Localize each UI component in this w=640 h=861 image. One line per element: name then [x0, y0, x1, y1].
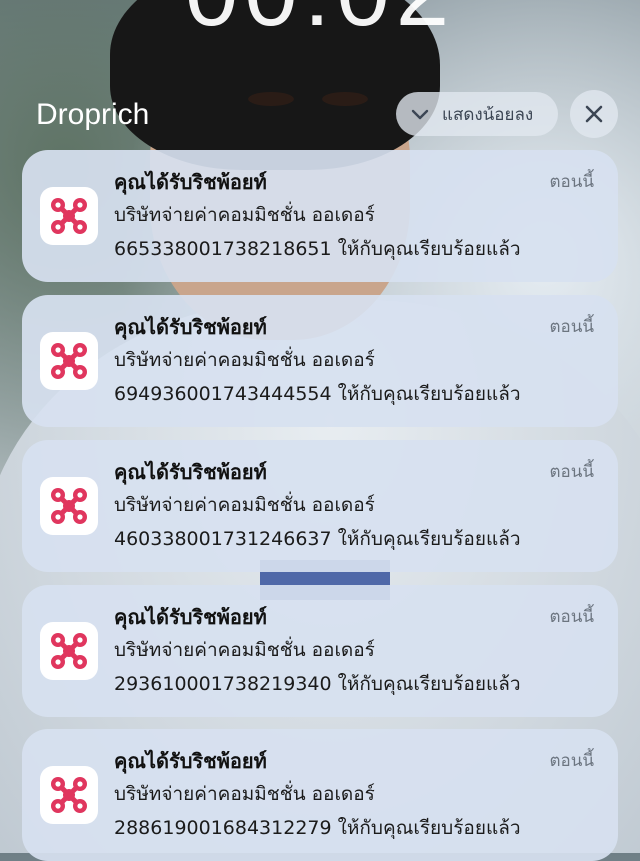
notification-title: คุณได้รับริชพ้อยท์ — [114, 460, 267, 484]
notification-body: บริษัทจ่ายค่าคอมมิชชั่น ออเดอร์ 29361000… — [114, 633, 594, 701]
notification-title: คุณได้รับริชพ้อยท์ — [114, 315, 267, 339]
drone-icon — [51, 633, 87, 669]
notification-card[interactable]: คุณได้รับริชพ้อยท์ ตอนนี้ บริษัทจ่ายค่าค… — [22, 295, 618, 427]
drone-icon — [51, 777, 87, 813]
notification-card[interactable]: คุณได้รับริชพ้อยท์ ตอนนี้ บริษัทจ่ายค่าค… — [22, 585, 618, 717]
notification-body-line: 288619001684312279 ให้กับคุณเรียบร้อยแล้… — [114, 817, 521, 839]
notification-body-line: บริษัทจ่ายค่าคอมมิชชั่น ออเดอร์ — [114, 783, 375, 805]
notification-body-line: 460338001731246637 ให้กับคุณเรียบร้อยแล้… — [114, 528, 521, 550]
notification-time: ตอนนี้ — [549, 317, 595, 337]
notification-body-line: 293610001738219340 ให้กับคุณเรียบร้อยแล้… — [114, 673, 521, 695]
droprich-app-icon — [40, 477, 98, 535]
notification-body: บริษัทจ่ายค่าคอมมิชชั่น ออเดอร์ 69493600… — [114, 343, 594, 411]
notification-body-line: บริษัทจ่ายค่าคอมมิชชั่น ออเดอร์ — [114, 349, 375, 371]
drone-icon — [51, 343, 87, 379]
chevron-down-icon — [411, 109, 429, 120]
droprich-app-icon — [40, 332, 98, 390]
notification-body-line: บริษัทจ่ายค่าคอมมิชชั่น ออเดอร์ — [114, 639, 375, 661]
notification-time: ตอนนี้ — [549, 172, 595, 192]
notification-body-line: 665338001738218651 ให้กับคุณเรียบร้อยแล้… — [114, 238, 521, 260]
notification-card[interactable]: คุณได้รับริชพ้อยท์ ตอนนี้ บริษัทจ่ายค่าค… — [22, 729, 618, 861]
notification-group-header: Droprich แสดงน้อยลง — [36, 90, 622, 142]
notification-time: ตอนนี้ — [549, 607, 595, 627]
show-less-label: แสดงน้อยลง — [442, 104, 534, 125]
notification-time: ตอนนี้ — [549, 751, 595, 771]
notification-title: คุณได้รับริชพ้อยท์ — [114, 605, 267, 629]
notification-body-line: 694936001743444554 ให้กับคุณเรียบร้อยแล้… — [114, 383, 521, 405]
notification-body-line: บริษัทจ่ายค่าคอมมิชชั่น ออเดอร์ — [114, 494, 375, 516]
droprich-app-icon — [40, 187, 98, 245]
show-less-button[interactable]: แสดงน้อยลง — [396, 92, 558, 136]
notification-title: คุณได้รับริชพ้อยท์ — [114, 749, 267, 773]
notification-card[interactable]: คุณได้รับริชพ้อยท์ ตอนนี้ บริษัทจ่ายค่าค… — [22, 440, 618, 572]
lockscreen-clock: 00:02 — [0, 0, 640, 48]
notification-card[interactable]: คุณได้รับริชพ้อยท์ ตอนนี้ บริษัทจ่ายค่าค… — [22, 150, 618, 282]
notification-body: บริษัทจ่ายค่าคอมมิชชั่น ออเดอร์ 66533800… — [114, 198, 594, 266]
droprich-app-icon — [40, 766, 98, 824]
drone-icon — [51, 198, 87, 234]
close-group-button[interactable] — [570, 90, 618, 138]
notification-body-line: บริษัทจ่ายค่าคอมมิชชั่น ออเดอร์ — [114, 204, 375, 226]
close-icon — [585, 105, 603, 123]
notification-group-title: Droprich — [36, 98, 150, 131]
drone-icon — [51, 488, 87, 524]
notification-time: ตอนนี้ — [549, 462, 595, 482]
notification-title: คุณได้รับริชพ้อยท์ — [114, 170, 267, 194]
notification-body: บริษัทจ่ายค่าคอมมิชชั่น ออเดอร์ 28861900… — [114, 777, 594, 845]
droprich-app-icon — [40, 622, 98, 680]
notification-body: บริษัทจ่ายค่าคอมมิชชั่น ออเดอร์ 46033800… — [114, 488, 594, 556]
